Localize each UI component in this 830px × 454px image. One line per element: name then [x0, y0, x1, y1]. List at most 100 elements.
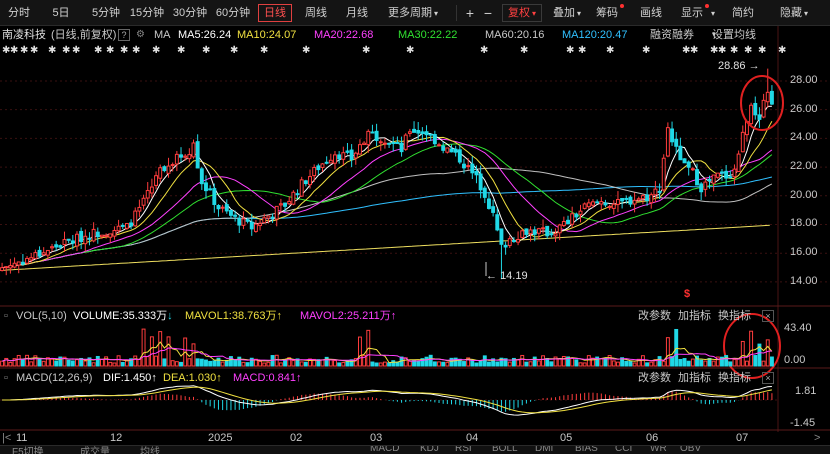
date-label: 03	[370, 432, 383, 444]
dividend-marker-icon[interactable]: $	[684, 288, 690, 300]
candle-body	[370, 131, 375, 134]
volume-close-icon[interactable]: ×	[762, 310, 774, 322]
candle-body	[20, 261, 25, 265]
volume-bar	[520, 354, 525, 367]
volume-bar	[528, 361, 533, 367]
volume-bar	[283, 359, 288, 367]
indicator-tab[interactable]: WR	[650, 446, 667, 454]
indicator-tab[interactable]: BIAS	[575, 446, 598, 454]
candle-body	[174, 153, 179, 165]
volume-bar	[233, 359, 238, 367]
candle-body	[553, 233, 558, 237]
scroll-right-icon[interactable]: >	[814, 432, 820, 444]
volume-bar	[765, 339, 770, 367]
volume-bar	[158, 331, 163, 367]
volume-switch-indicator-button[interactable]: 换指标	[718, 309, 751, 323]
volume-bar	[357, 336, 362, 367]
indicator-tab[interactable]: F5切换	[12, 446, 44, 454]
candle-body	[29, 257, 34, 261]
candle-body	[532, 229, 537, 235]
candle-body	[724, 170, 729, 179]
indicator-tab[interactable]: BOLL	[492, 446, 518, 454]
indicator-tab[interactable]: KDJ	[420, 446, 439, 454]
candle-body	[295, 193, 300, 196]
indicator-tab[interactable]: OBV	[680, 446, 701, 454]
volume-bar	[179, 361, 183, 367]
volume-bar	[108, 361, 113, 367]
candle-body	[345, 150, 350, 153]
volume-indicator-name: VOL(5,10)	[16, 310, 67, 322]
candle-body	[133, 210, 138, 227]
price-tick-label: 24.00	[790, 131, 818, 144]
candle-body	[653, 188, 658, 196]
indicator-tab[interactable]: DMI	[535, 446, 553, 454]
volume-bar	[678, 358, 683, 367]
candle-body	[720, 171, 724, 174]
candle-body	[603, 202, 608, 206]
volume-bar	[16, 354, 21, 367]
candle-body	[299, 179, 304, 197]
candle-body	[399, 142, 404, 153]
candle-body	[362, 142, 367, 146]
candle-body	[8, 265, 13, 269]
candle-body	[732, 168, 737, 178]
volume-add-indicator-button[interactable]: 加指标	[678, 309, 711, 323]
volume-bar	[124, 360, 129, 367]
volume-bar	[378, 362, 383, 367]
macd-switch-indicator-button[interactable]: 换指标	[718, 371, 751, 385]
macd-close-icon[interactable]: ×	[762, 372, 774, 384]
candle-body	[124, 223, 129, 229]
candle-body	[349, 149, 354, 161]
indicator-tab[interactable]: MACD	[370, 446, 399, 454]
volume-checkbox-icon[interactable]: ▫	[4, 308, 8, 324]
candle-body	[212, 188, 217, 205]
candle-body	[549, 233, 554, 236]
volume-bar	[220, 361, 225, 367]
candle-body	[91, 228, 96, 242]
volume-bar	[199, 358, 204, 367]
candle-body	[674, 138, 679, 147]
volume-bar	[99, 358, 104, 367]
volume-bar	[428, 354, 433, 367]
volume-bar	[149, 336, 154, 367]
macd-add-indicator-button[interactable]: 加指标	[678, 371, 711, 385]
macd-checkbox-icon[interactable]: ▫	[4, 370, 8, 386]
volume-bar	[291, 360, 296, 367]
volume-bar	[615, 361, 620, 367]
candle-body	[233, 214, 238, 217]
candle-body	[736, 153, 741, 173]
macd-edit-params-button[interactable]: 改参数	[638, 371, 671, 385]
date-axis: |< 11 12 2025 02 03 04 05 06 07 >	[0, 432, 830, 445]
volume-bar	[707, 358, 712, 367]
volume-bar	[174, 361, 179, 367]
volume-edit-params-button[interactable]: 改参数	[638, 309, 671, 323]
volume-bar	[407, 360, 412, 367]
kline-chart[interactable]	[0, 0, 830, 432]
candle-body	[424, 131, 429, 136]
candle-body	[387, 142, 392, 145]
volume-bar	[441, 361, 446, 367]
indicator-tab[interactable]: 均线	[140, 446, 160, 454]
candle-body	[391, 142, 396, 145]
indicator-tab[interactable]: 成交量	[80, 446, 110, 454]
volume-bar	[416, 360, 421, 367]
candle-body	[224, 204, 229, 212]
candle-body	[516, 239, 521, 243]
candle-body	[108, 233, 113, 238]
date-label: 05	[560, 432, 573, 444]
candle-body	[445, 147, 450, 153]
candle-body	[112, 229, 117, 237]
volume-bar	[578, 362, 583, 367]
scroll-left-icon[interactable]: |<	[2, 432, 11, 444]
macd-axis-min: -1.45	[790, 417, 816, 429]
candle-body	[278, 203, 283, 206]
candle-body	[341, 152, 346, 160]
indicator-tab[interactable]: RSI	[455, 446, 472, 454]
indicator-tab[interactable]: CCI	[615, 446, 632, 454]
candle-body	[420, 131, 425, 134]
candle-body	[611, 203, 616, 209]
candle-body	[441, 145, 446, 151]
candle-body	[316, 165, 321, 171]
candle-body	[695, 169, 699, 186]
candle-body	[407, 131, 412, 134]
